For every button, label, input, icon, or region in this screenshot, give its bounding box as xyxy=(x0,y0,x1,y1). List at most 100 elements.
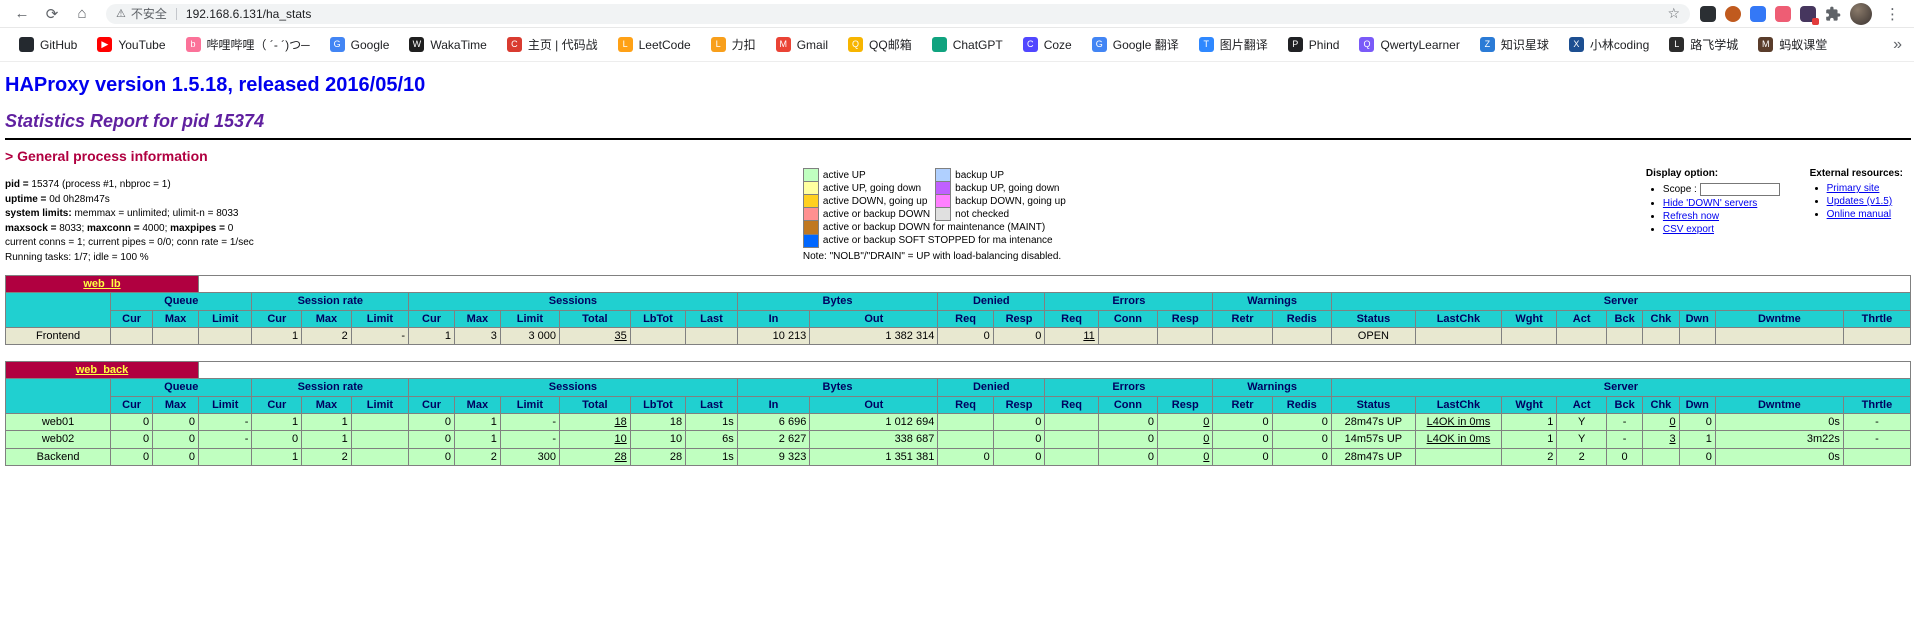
legend-label: active or backup DOWN xyxy=(818,208,935,221)
home-button[interactable]: ⌂ xyxy=(68,2,96,26)
stats-cell: web01 xyxy=(6,414,111,431)
address-bar[interactable]: ⚠ 不安全 192.168.6.131/ha_stats ☆ xyxy=(106,4,1690,24)
bookmark-item[interactable]: b哔哩哔哩（ ´- ´)つ─ xyxy=(179,33,317,56)
bookmark-item[interactable]: WWakaTime xyxy=(402,34,493,55)
stats-cell: Frontend xyxy=(6,327,111,344)
bookmark-item[interactable]: C 主页 | 代码战 xyxy=(500,33,605,56)
column-header: Chk xyxy=(1643,396,1679,413)
bookmark-item[interactable]: Z知识星球 xyxy=(1473,33,1556,56)
extensions-puzzle-icon[interactable] xyxy=(1825,6,1841,22)
updates-link[interactable]: Updates (v1.5) xyxy=(1827,196,1893,207)
csv-export-link[interactable]: CSV export xyxy=(1663,224,1714,235)
back-button[interactable]: ← xyxy=(8,2,36,26)
stats-cell: 6s xyxy=(686,431,738,448)
bookmark-label: WakaTime xyxy=(430,38,486,52)
external-resources-list: Primary site Updates (v1.5) Online manua… xyxy=(1810,183,1903,220)
bookmark-item[interactable]: QQwertyLearner xyxy=(1352,34,1466,55)
proxy-title-row: web_lb xyxy=(6,276,1911,293)
stats-table-web_back: web_backQueueSession rateSessionsBytesDe… xyxy=(5,361,1911,466)
bookmark-star-icon[interactable]: ☆ xyxy=(1667,5,1680,22)
bookmark-item[interactable]: ▶YouTube xyxy=(90,34,172,55)
column-header: Max xyxy=(153,310,199,327)
bookmark-favicon-icon: T xyxy=(1199,37,1214,52)
refresh-now-link[interactable]: Refresh now xyxy=(1663,211,1719,222)
stats-cell: 2 xyxy=(454,448,500,465)
bookmark-label: LeetCode xyxy=(639,38,691,52)
extension-icon[interactable] xyxy=(1725,6,1741,22)
column-header: Redis xyxy=(1272,396,1331,413)
bookmark-item[interactable]: M蚂蚁课堂 xyxy=(1751,33,1834,56)
stats-cell: 10 xyxy=(560,431,631,448)
bookmark-item[interactable]: X小林coding xyxy=(1562,33,1656,56)
bookmark-item[interactable]: L LeetCode xyxy=(611,34,698,55)
primary-site-link[interactable]: Primary site xyxy=(1827,183,1880,194)
stats-cell xyxy=(1606,327,1642,344)
stats-cell: 2 627 xyxy=(737,431,810,448)
proxy-name-link[interactable]: web_back xyxy=(76,364,129,376)
stats-cell: 0 xyxy=(153,414,199,431)
reload-icon: ⟳ xyxy=(46,5,59,23)
menu-icon[interactable]: ⋮ xyxy=(1881,5,1904,23)
empty-header-cell xyxy=(198,276,1910,293)
stats-cell: 0 xyxy=(938,327,993,344)
online-manual-link[interactable]: Online manual xyxy=(1827,209,1891,220)
column-group-header: Bytes xyxy=(737,379,938,396)
bookmark-item[interactable]: GGoogle xyxy=(323,34,397,55)
column-header: Cur xyxy=(252,396,302,413)
external-resources: External resources: Primary site Updates… xyxy=(1810,168,1903,222)
bookmark-item[interactable]: L路飞学城 xyxy=(1662,33,1745,56)
haproxy-version-link[interactable]: HAProxy version 1.5.18, released 2016/05… xyxy=(5,74,425,96)
hide-down-servers-link[interactable]: Hide 'DOWN' servers xyxy=(1663,198,1757,209)
stats-cell: 0 xyxy=(993,327,1045,344)
proxy-name-link[interactable]: web_lb xyxy=(83,278,120,290)
bookmark-favicon-icon: L xyxy=(618,37,633,52)
column-header: Resp xyxy=(993,396,1045,413)
bookmark-item[interactable]: PPhind xyxy=(1281,34,1347,55)
bookmark-item[interactable]: L力扣 xyxy=(704,33,763,56)
scope-input[interactable] xyxy=(1700,183,1780,196)
extension-icon[interactable] xyxy=(1700,6,1716,22)
browser-toolbar: ← ⟳ ⌂ ⚠ 不安全 192.168.6.131/ha_stats ☆ ⋮ xyxy=(0,0,1914,28)
column-group-header: Sessions xyxy=(409,379,738,396)
stats-cell: 1 xyxy=(302,431,352,448)
bookmark-item[interactable]: T图片翻译 xyxy=(1192,33,1275,56)
stats-cell xyxy=(1045,431,1098,448)
extension-icon[interactable] xyxy=(1800,6,1816,22)
stats-cell: 0 xyxy=(153,448,199,465)
reload-button[interactable]: ⟳ xyxy=(38,2,66,26)
stats-cell: 28m47s UP xyxy=(1331,448,1415,465)
bookmark-item[interactable]: CCoze xyxy=(1016,34,1079,55)
extension-icon[interactable] xyxy=(1775,6,1791,22)
stats-cell: 0 xyxy=(993,448,1045,465)
column-header: Wght xyxy=(1501,310,1556,327)
stats-cell: - xyxy=(198,414,251,431)
stats-cell: 1 xyxy=(302,414,352,431)
stats-cell xyxy=(198,327,251,344)
bookmarks-overflow-chevron[interactable]: » xyxy=(1893,36,1902,54)
bookmark-item[interactable]: QQQ邮箱 xyxy=(841,33,919,56)
bookmark-favicon-icon: C xyxy=(507,37,522,52)
display-options: Display option: Scope : Hide 'DOWN' serv… xyxy=(1646,168,1780,237)
home-icon: ⌂ xyxy=(77,5,86,22)
stats-cell: 0 xyxy=(1679,448,1715,465)
bookmark-item[interactable]: ChatGPT xyxy=(925,34,1010,55)
process-info-line: uptime = 0d 0h28m47s xyxy=(5,193,254,208)
security-label[interactable]: 不安全 xyxy=(131,5,167,22)
updates-option: Updates (v1.5) xyxy=(1827,196,1903,207)
column-header: Dwntme xyxy=(1715,310,1843,327)
bookmark-label: 主页 | 代码战 xyxy=(528,36,598,53)
bookmark-item[interactable]: GitHub xyxy=(12,34,84,55)
extension-icon[interactable] xyxy=(1750,6,1766,22)
stats-cell: 35 xyxy=(560,327,631,344)
url-text[interactable]: 192.168.6.131/ha_stats xyxy=(186,7,1660,21)
stats-cell: 0 xyxy=(1272,431,1331,448)
stats-cell: L4OK in 0ms xyxy=(1415,431,1501,448)
bookmark-label: Google 翻译 xyxy=(1113,36,1179,53)
stats-cell: 1 xyxy=(1501,431,1556,448)
bookmark-item[interactable]: GGoogle 翻译 xyxy=(1085,33,1186,56)
column-group-header: Errors xyxy=(1045,379,1213,396)
profile-avatar[interactable] xyxy=(1850,3,1872,25)
divider xyxy=(5,138,1911,140)
bookmark-item[interactable]: MGmail xyxy=(769,34,835,55)
legend-row: active DOWN, going upbackup DOWN, going … xyxy=(803,195,1070,208)
